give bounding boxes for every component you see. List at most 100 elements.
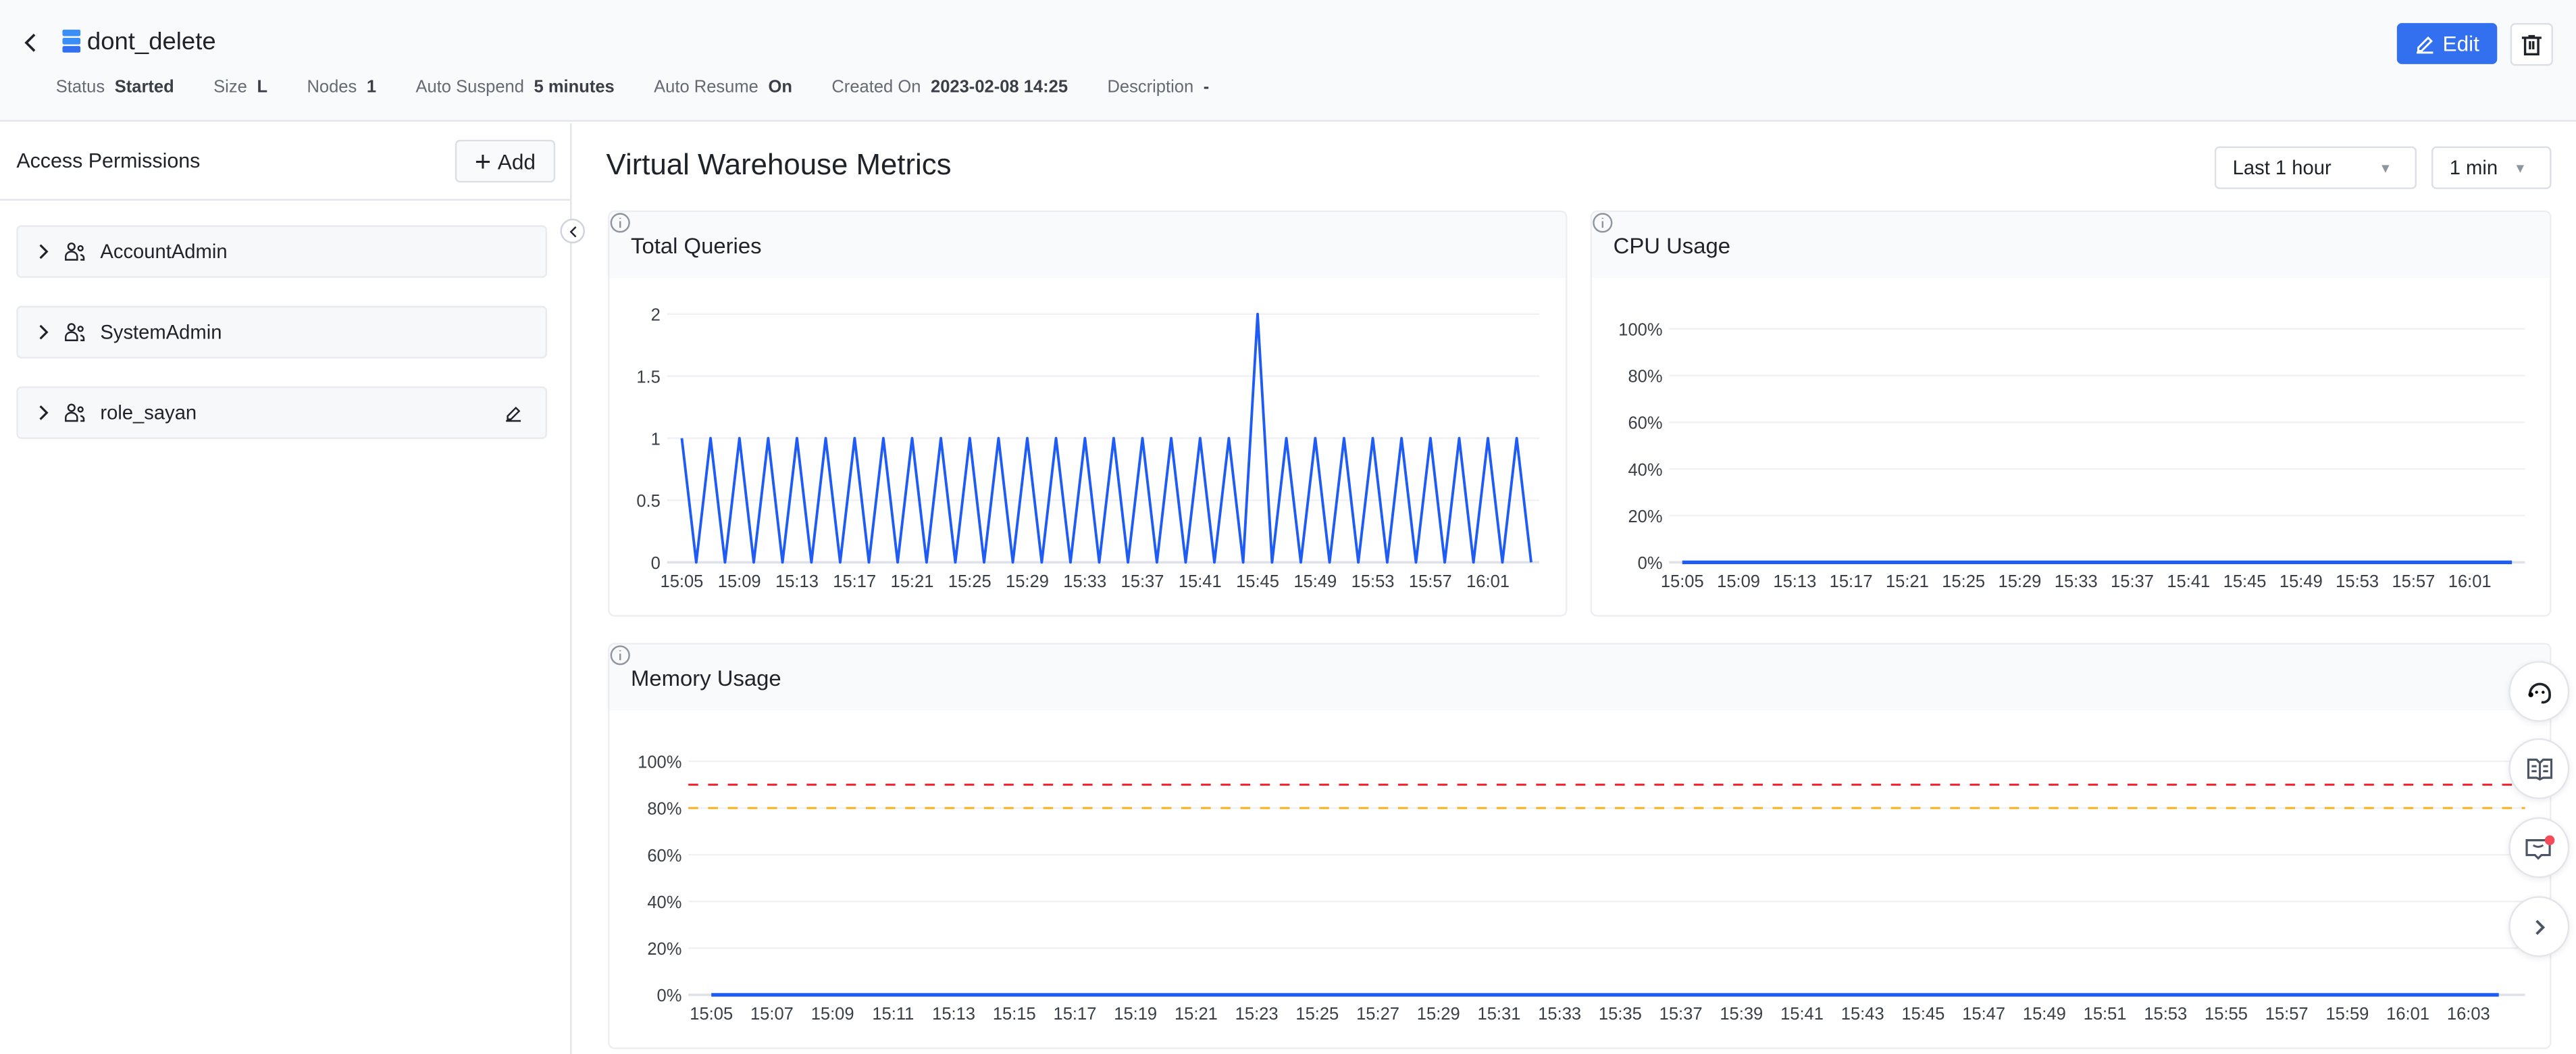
x-tick-label: 15:39 [1720, 1005, 1763, 1024]
x-tick-label: 15:27 [1356, 1005, 1399, 1024]
panel-title: Access Permissions [16, 149, 201, 173]
warehouse-meta: Status Started Size L Nodes 1 Auto Suspend 5 mi… [56, 77, 1210, 97]
interval-select[interactable]: 1 min ▼ [2431, 146, 2552, 189]
x-tick-label: 15:57 [2392, 572, 2435, 591]
y-tick-label: 0% [657, 986, 682, 1005]
y-tick-label: 20% [1628, 507, 1662, 526]
expand-button[interactable] [2508, 896, 2570, 957]
total-queries-chart: 0 0.5 1 1.5 2 15:05 15:09 15:13 15:17 15:21 15:25 1… [636, 306, 1540, 591]
x-tick-label: 15:37 [2111, 572, 2154, 591]
meta-value: 2023-02-08 14:25 [930, 77, 1068, 97]
delete-button[interactable] [2510, 23, 2553, 66]
x-tick-label: 15:49 [2023, 1005, 2066, 1024]
x-tick-label: 16:01 [1466, 572, 1510, 591]
book-icon [2526, 757, 2552, 780]
collapse-panel-button[interactable] [560, 218, 585, 244]
meta-value: 5 minutes [534, 77, 615, 97]
x-tick-label: 15:57 [2265, 1005, 2309, 1024]
meta-label: Size [213, 77, 247, 97]
chevron-right-icon[interactable] [38, 243, 49, 259]
x-tick-label: 15:33 [1538, 1005, 1581, 1024]
x-tick-label: 15:49 [1293, 572, 1337, 591]
x-tick-label: 15:57 [1409, 572, 1452, 591]
permission-item[interactable]: SystemAdmin [16, 305, 547, 359]
time-range-select[interactable]: Last 1 hour ▼ [2214, 146, 2417, 189]
x-tick-label: 15:25 [948, 572, 991, 591]
edit-button[interactable]: Edit [2396, 23, 2498, 64]
role-name: SystemAdmin [100, 320, 222, 344]
x-tick-label: 15:29 [1417, 1005, 1460, 1024]
x-tick-label: 15:51 [2084, 1005, 2127, 1024]
x-tick-label: 15:05 [1661, 572, 1704, 591]
warehouse-icon [62, 29, 81, 53]
x-tick-label: 15:09 [718, 572, 761, 591]
page-header: dont_delete Status Started Size L Nodes 1 Auto… [0, 0, 2576, 122]
y-tick-label: 0.5 [636, 492, 660, 511]
meta-value: - [1203, 77, 1210, 97]
x-tick-label: 15:37 [1121, 572, 1164, 591]
meta-label: Auto Resume [654, 77, 758, 97]
meta-value: L [257, 77, 268, 97]
x-tick-label: 15:33 [1063, 572, 1106, 591]
meta-label: Auto Suspend [415, 77, 524, 97]
total-queries-card: Total Queries 0 0.5 1 1.5 2 15:05 15:09 15:13 15… [607, 210, 1568, 617]
meta-value: Started [114, 77, 174, 97]
x-tick-label: 15:53 [2144, 1005, 2187, 1024]
chevron-left-icon [569, 225, 576, 237]
meta-status: Status Started [56, 77, 174, 97]
meta-label: Created On [831, 77, 921, 97]
headset-icon [2527, 682, 2550, 703]
meta-nodes: Nodes 1 [307, 77, 376, 97]
meta-size: Size L [213, 77, 267, 97]
x-tick-label: 15:07 [750, 1005, 794, 1024]
x-tick-label: 15:33 [2055, 572, 2098, 591]
x-tick-label: 15:45 [1901, 1005, 1944, 1024]
meta-created-on: Created On 2023-02-08 14:25 [831, 77, 1068, 97]
caret-down-icon: ▼ [2513, 160, 2527, 176]
warehouse-title: dont_delete [86, 28, 216, 56]
meta-auto-resume: Auto Resume On [654, 77, 792, 97]
chevron-right-icon[interactable] [38, 324, 49, 340]
metrics-title: Virtual Warehouse Metrics [606, 148, 952, 181]
x-tick-label: 15:45 [2223, 572, 2267, 591]
x-tick-label: 15:47 [1962, 1005, 2005, 1024]
y-tick-label: 40% [1628, 461, 1662, 480]
back-icon[interactable] [23, 33, 39, 53]
x-tick-label: 15:23 [1235, 1005, 1279, 1024]
user-group-icon [65, 242, 85, 261]
y-tick-label: 0 [651, 554, 661, 573]
meta-label: Description [1107, 77, 1194, 97]
meta-description: Description - [1107, 77, 1209, 97]
cpu-usage-card: CPU Usage 0% 20% 40% 60% 80% 100% 15:05 15:09 15… [1590, 210, 2552, 617]
access-permissions-panel: Access Permissions + Add AccountAdmin Sy… [0, 123, 572, 1054]
y-tick-label: 1.5 [636, 368, 660, 386]
support-button[interactable] [2508, 661, 2570, 722]
x-tick-label: 16:03 [2447, 1005, 2490, 1024]
caret-down-icon: ▼ [2379, 160, 2392, 176]
add-permission-button[interactable]: + Add [455, 139, 556, 183]
feedback-button[interactable] [2508, 817, 2570, 878]
plus-icon: + [474, 145, 492, 177]
docs-button[interactable] [2508, 738, 2570, 799]
x-tick-label: 15:49 [2279, 572, 2323, 591]
x-tick-label: 15:19 [1114, 1005, 1157, 1024]
x-tick-label: 15:25 [1295, 1005, 1339, 1024]
y-tick-label: 2 [651, 306, 661, 325]
y-tick-label: 60% [1628, 414, 1662, 433]
x-tick-label: 15:05 [661, 572, 704, 591]
x-tick-label: 15:11 [872, 1005, 914, 1024]
permission-item[interactable]: AccountAdmin [16, 225, 547, 278]
x-tick-label: 15:21 [1175, 1005, 1218, 1024]
permission-item[interactable]: role_sayan [16, 386, 547, 439]
y-tick-label: 40% [647, 893, 681, 912]
x-tick-label: 15:35 [1599, 1005, 1642, 1024]
y-tick-label: 60% [647, 847, 681, 865]
x-tick-label: 15:09 [1717, 572, 1760, 591]
chevron-right-icon[interactable] [38, 405, 49, 421]
x-tick-label: 15:31 [1478, 1005, 1521, 1024]
y-tick-label: 1 [651, 430, 661, 449]
x-tick-label: 15:09 [811, 1005, 854, 1024]
edit-icon[interactable] [505, 403, 523, 422]
edit-icon [2416, 35, 2433, 53]
x-tick-label: 15:45 [1236, 572, 1279, 591]
